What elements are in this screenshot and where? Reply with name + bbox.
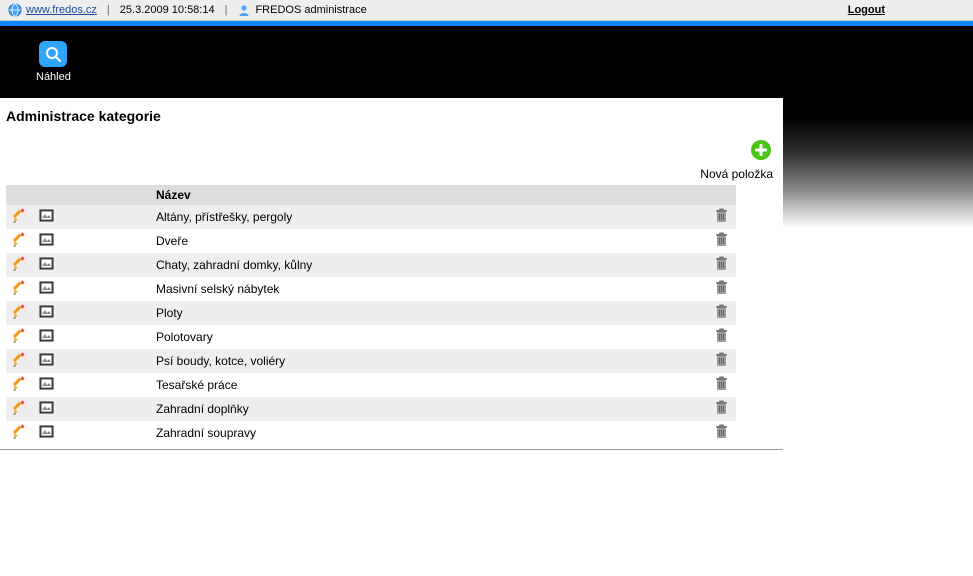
table-row: Polotovary: [6, 325, 736, 349]
main-panel: Administrace kategorie Nová položka Náze…: [0, 98, 783, 450]
logout-link[interactable]: Logout: [848, 4, 885, 16]
table-row: Altány, přístřešky, pergoly: [6, 205, 736, 229]
edit-icon[interactable]: [12, 424, 27, 442]
delete-icon[interactable]: [714, 328, 729, 346]
table-row: Zahradní doplňky: [6, 397, 736, 421]
delete-icon[interactable]: [714, 304, 729, 322]
category-name: Tesařské práce: [150, 373, 706, 397]
image-icon[interactable]: [39, 424, 54, 442]
edit-icon[interactable]: [12, 256, 27, 274]
edit-icon[interactable]: [12, 280, 27, 298]
table-row: Psí boudy, kotce, voliéry: [6, 349, 736, 373]
category-name: Zahradní doplňky: [150, 397, 706, 421]
category-name: Chaty, zahradní domky, kůlny: [150, 253, 706, 277]
edit-icon[interactable]: [12, 376, 27, 394]
edit-icon[interactable]: [12, 400, 27, 418]
column-name-header: Název: [150, 185, 706, 205]
edit-icon[interactable]: [12, 208, 27, 226]
delete-icon[interactable]: [714, 208, 729, 226]
new-item-label: Nová položka: [0, 167, 773, 181]
table-row: Zahradní soupravy: [6, 421, 736, 445]
table-row: Masivní selský nábytek: [6, 277, 736, 301]
admin-label: FREDOS administrace: [255, 4, 366, 16]
new-item-button[interactable]: Nová položka: [0, 134, 783, 185]
image-icon[interactable]: [39, 304, 54, 322]
category-name: Ploty: [150, 301, 706, 325]
side-gradient: [783, 98, 973, 228]
delete-icon[interactable]: [714, 232, 729, 250]
image-icon[interactable]: [39, 352, 54, 370]
category-name: Dveře: [150, 229, 706, 253]
preview-label: Náhled: [36, 71, 71, 83]
category-name: Altány, přístřešky, pergoly: [150, 205, 706, 229]
edit-icon[interactable]: [12, 232, 27, 250]
preview-button[interactable]: Náhled: [36, 41, 71, 83]
delete-icon[interactable]: [714, 400, 729, 418]
top-status-bar: www.fredos.cz | 25.3.2009 10:58:14 | FRE…: [0, 0, 973, 21]
datetime-text: 25.3.2009 10:58:14: [120, 4, 215, 16]
user-icon: [237, 3, 251, 17]
category-name: Polotovary: [150, 325, 706, 349]
image-icon[interactable]: [39, 376, 54, 394]
table-row: Dveře: [6, 229, 736, 253]
category-name: Masivní selský nábytek: [150, 277, 706, 301]
image-icon[interactable]: [39, 232, 54, 250]
separator: |: [107, 4, 110, 16]
edit-icon[interactable]: [12, 352, 27, 370]
table-row: Ploty: [6, 301, 736, 325]
delete-icon[interactable]: [714, 424, 729, 442]
edit-icon[interactable]: [12, 304, 27, 322]
category-name: Psí boudy, kotce, voliéry: [150, 349, 706, 373]
site-link[interactable]: www.fredos.cz: [26, 4, 97, 16]
delete-icon[interactable]: [714, 280, 729, 298]
category-table: Název Altány, přístřešky, pergolyDveřeCh…: [6, 185, 736, 445]
table-row: Chaty, zahradní domky, kůlny: [6, 253, 736, 277]
edit-icon[interactable]: [12, 328, 27, 346]
table-row: Tesařské práce: [6, 373, 736, 397]
delete-icon[interactable]: [714, 352, 729, 370]
image-icon[interactable]: [39, 328, 54, 346]
page-title: Administrace kategorie: [0, 102, 783, 134]
separator: |: [225, 4, 228, 16]
main-toolbar: Náhled: [0, 26, 973, 98]
magnifier-icon: [39, 41, 67, 67]
add-icon: [749, 138, 773, 165]
delete-icon[interactable]: [714, 376, 729, 394]
image-icon[interactable]: [39, 256, 54, 274]
image-icon[interactable]: [39, 280, 54, 298]
image-icon[interactable]: [39, 400, 54, 418]
delete-icon[interactable]: [714, 256, 729, 274]
table-header-row: Název: [6, 185, 736, 205]
globe-icon: [8, 3, 22, 17]
image-icon[interactable]: [39, 208, 54, 226]
category-name: Zahradní soupravy: [150, 421, 706, 445]
